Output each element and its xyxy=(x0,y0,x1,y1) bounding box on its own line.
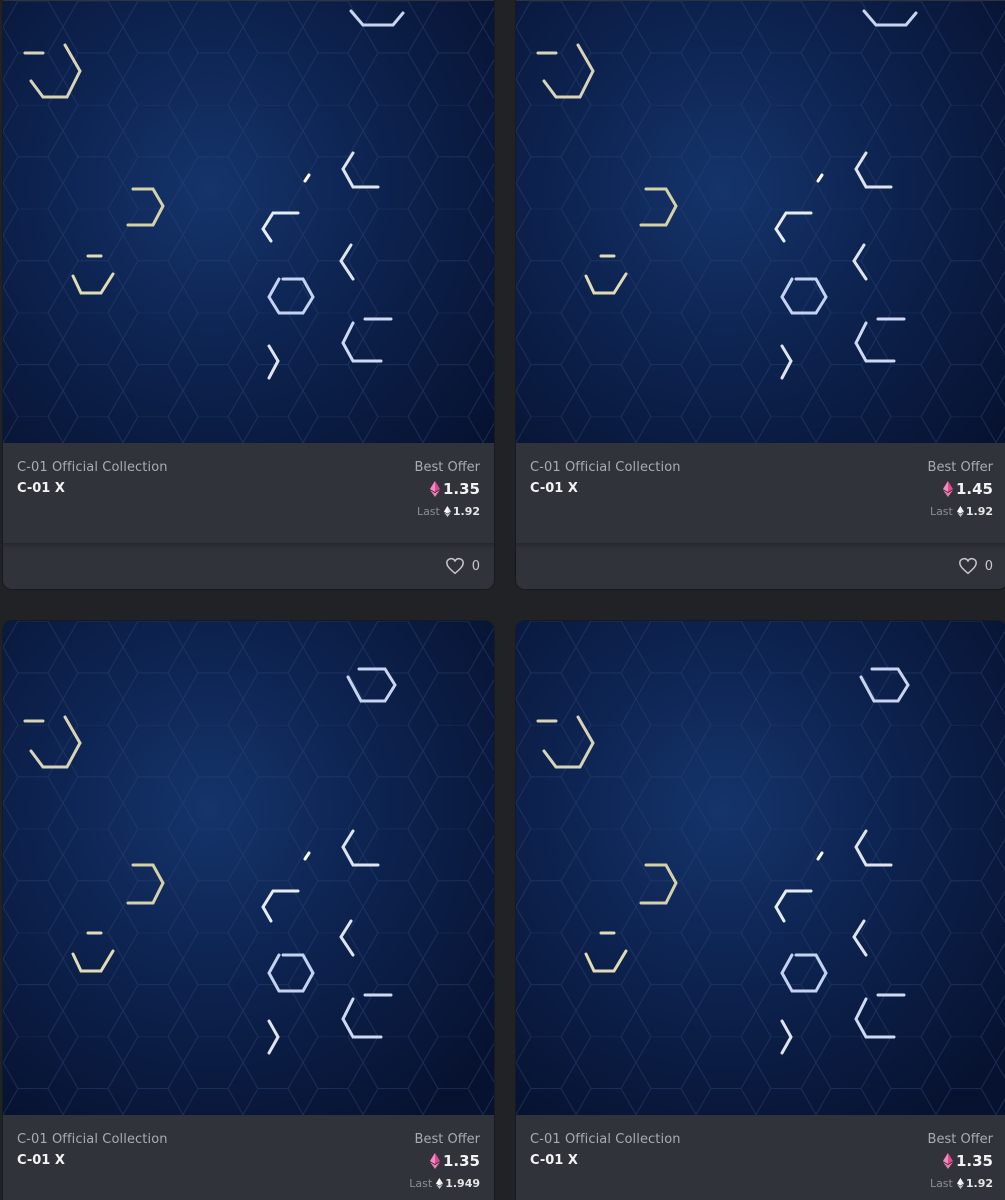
last-label: Last xyxy=(416,505,440,518)
eth-pink-icon xyxy=(430,481,440,497)
eth-pink-icon xyxy=(943,1153,953,1169)
item-name[interactable]: C-01 X xyxy=(530,1153,578,1168)
best-offer-price: 1.35 xyxy=(943,1152,993,1170)
last-price-value: 1.92 xyxy=(452,505,480,518)
last-price: 1.949 xyxy=(436,1177,480,1190)
eth-icon xyxy=(436,1178,443,1189)
best-offer-label: Best Offer xyxy=(414,460,480,475)
item-name[interactable]: C-01 X xyxy=(17,1153,65,1168)
last-price-value: 1.92 xyxy=(965,1177,993,1190)
nft-card[interactable]: C-01 Official Collection C-01 X Best Off… xyxy=(2,620,495,1200)
nft-card[interactable]: C-01 Official Collection C-01 X Best Off… xyxy=(515,0,1005,590)
last-price: 1.92 xyxy=(957,1177,993,1190)
best-offer-price: 1.35 xyxy=(430,1152,480,1170)
card-info: C-01 Official Collection C-01 X Best Off… xyxy=(3,443,494,543)
best-offer-value: 1.45 xyxy=(955,480,993,498)
nft-grid: C-01 Official Collection C-01 X Best Off… xyxy=(0,0,1005,1200)
eth-icon xyxy=(957,506,964,517)
last-price: 1.92 xyxy=(444,505,480,518)
eth-icon xyxy=(444,506,451,517)
eth-icon xyxy=(957,1178,964,1189)
collection-name[interactable]: C-01 Official Collection xyxy=(530,460,681,475)
last-label: Last xyxy=(929,505,953,518)
eth-pink-icon xyxy=(430,1153,440,1169)
last-price-value: 1.92 xyxy=(965,505,993,518)
collection-name[interactable]: C-01 Official Collection xyxy=(17,460,168,475)
item-name[interactable]: C-01 X xyxy=(17,481,65,496)
card-info: C-01 Official Collection C-01 X Best Off… xyxy=(3,1115,494,1200)
last-sale: Last 1.92 xyxy=(930,505,993,518)
nft-card[interactable]: C-01 Official Collection C-01 X Best Off… xyxy=(515,620,1005,1200)
collection-name[interactable]: C-01 Official Collection xyxy=(530,1132,681,1147)
eth-pink-icon xyxy=(943,481,953,497)
heart-icon[interactable] xyxy=(958,557,978,575)
card-info: C-01 Official Collection C-01 X Best Off… xyxy=(516,1115,1005,1200)
nft-artwork[interactable] xyxy=(516,621,1005,1115)
nft-card[interactable]: C-01 Official Collection C-01 X Best Off… xyxy=(2,0,495,590)
nft-artwork[interactable] xyxy=(3,621,495,1115)
heart-icon[interactable] xyxy=(445,557,465,575)
card-footer: 0 xyxy=(516,543,1005,589)
last-sale: Last 1.92 xyxy=(417,505,480,518)
item-name[interactable]: C-01 X xyxy=(530,481,578,496)
favorite-button[interactable]: 0 xyxy=(445,557,480,575)
best-offer-value: 1.35 xyxy=(955,1152,993,1170)
collection-name[interactable]: C-01 Official Collection xyxy=(17,1132,168,1147)
last-sale: Last 1.949 xyxy=(409,1177,480,1190)
card-info: C-01 Official Collection C-01 X Best Off… xyxy=(516,443,1005,543)
last-price-value: 1.949 xyxy=(445,1177,480,1190)
last-label: Last xyxy=(409,1177,433,1190)
favorite-button[interactable]: 0 xyxy=(958,557,993,575)
card-footer: 0 xyxy=(3,543,494,589)
last-label: Last xyxy=(929,1177,953,1190)
best-offer-value: 1.35 xyxy=(442,1152,480,1170)
last-price: 1.92 xyxy=(957,505,993,518)
best-offer-value: 1.35 xyxy=(442,480,480,498)
nft-artwork[interactable] xyxy=(3,0,495,443)
best-offer-label: Best Offer xyxy=(927,1132,993,1147)
best-offer-price: 1.45 xyxy=(943,480,993,498)
nft-artwork[interactable] xyxy=(516,0,1005,443)
favorite-count: 0 xyxy=(984,558,993,574)
best-offer-price: 1.35 xyxy=(430,480,480,498)
best-offer-label: Best Offer xyxy=(414,1132,480,1147)
best-offer-label: Best Offer xyxy=(927,460,993,475)
last-sale: Last 1.92 xyxy=(930,1177,993,1190)
favorite-count: 0 xyxy=(471,558,480,574)
